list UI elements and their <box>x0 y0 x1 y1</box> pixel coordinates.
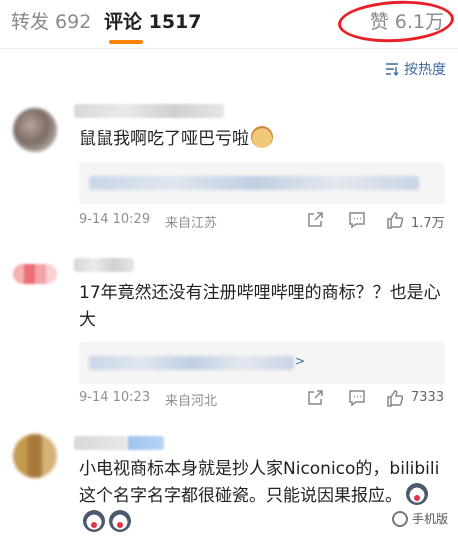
watermark-logo-icon <box>391 510 408 527</box>
comment-meta: 9-14 10:29 来自江苏 1.7万 <box>79 210 445 231</box>
tab-comment[interactable]: 评论 1517 <box>104 9 202 35</box>
reply-preview-blurred <box>89 356 294 370</box>
thumbs-up-icon[interactable] <box>385 388 405 408</box>
watermark-text: 手机版 <box>411 512 448 526</box>
comment-text: 小电视商标本身就是抄人家Niconico的，bilibili这个名字名字都很碰瓷… <box>79 456 445 537</box>
comment-text: 鼠鼠我啊吃了哑巴亏啦 <box>79 126 445 153</box>
username-blurred[interactable] <box>74 104 224 118</box>
avatar[interactable] <box>13 434 57 478</box>
sort-icon <box>386 63 399 77</box>
watermark: 手机版 <box>391 510 448 527</box>
comment-source: 来自江苏 <box>165 216 218 231</box>
comment-source: 来自河北 <box>165 394 218 409</box>
comment-text: 17年竟然还没有注册哔哩哔哩的商标？？也是心大 <box>79 283 441 330</box>
comment-icon[interactable] <box>347 210 367 230</box>
username-blurred[interactable] <box>74 436 164 450</box>
avatar[interactable] <box>13 264 57 284</box>
comment-time: 9-14 10:23 <box>79 390 151 405</box>
username-blurred[interactable] <box>74 258 134 272</box>
husky-emoji-icon <box>406 483 428 505</box>
tabs-divider <box>0 48 458 49</box>
like-count: 1.7万 <box>411 216 445 231</box>
share-icon[interactable] <box>305 210 325 230</box>
reply-preview[interactable] <box>79 162 445 204</box>
comment-tabs: 转发 692 评论 1517 赞 6.1万 <box>0 0 458 46</box>
sort-by-hot-button[interactable]: 按热度 <box>384 59 446 79</box>
avatar[interactable] <box>13 108 57 152</box>
comment-meta: 9-14 10:23 来自河北 7333 <box>79 388 445 409</box>
red-highlight-circle <box>337 0 455 46</box>
reply-arrow-icon: > <box>294 354 305 368</box>
share-icon[interactable] <box>305 388 325 408</box>
sort-label: 按热度 <box>404 62 446 78</box>
reply-preview-blurred <box>89 176 419 190</box>
husky-emoji-icon <box>83 510 105 532</box>
husky-emoji-icon <box>109 510 131 532</box>
active-tab-indicator <box>109 40 143 44</box>
like-count: 7333 <box>411 390 445 405</box>
thumbs-up-icon[interactable] <box>385 210 405 230</box>
doge-emoji-icon <box>251 126 273 148</box>
tab-repost[interactable]: 转发 692 <box>11 9 91 35</box>
comment-icon[interactable] <box>347 388 367 408</box>
reply-preview[interactable]: > <box>79 342 445 384</box>
comment-time: 9-14 10:29 <box>79 212 151 227</box>
